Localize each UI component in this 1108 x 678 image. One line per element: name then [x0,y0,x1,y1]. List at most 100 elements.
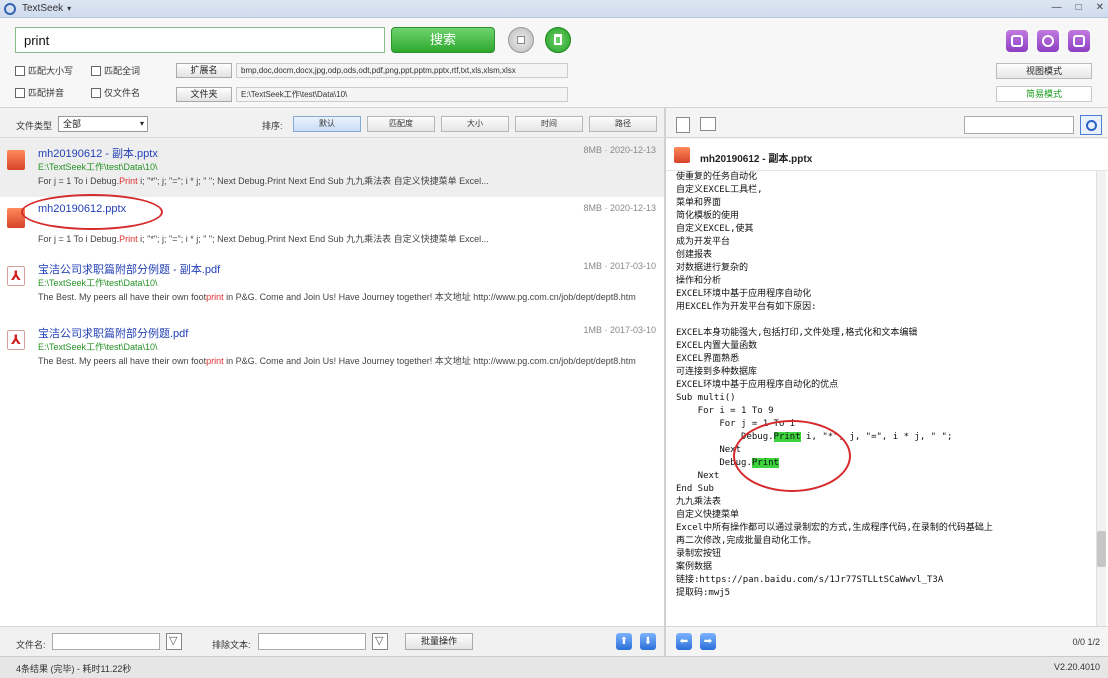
pptx-file-icon [7,150,25,170]
edit-icon [1073,35,1085,47]
preview-content: 使重复的任务自动化 自定义EXCEL工具栏, 菜单和界面 简化模板的使用 自定义… [666,171,1108,626]
result-row[interactable]: 宝洁公司求职篇附部分例题 - 副本.pdf E:\TextSeek工作\test… [0,255,664,313]
preview-header: mh20190612 - 副本.pptx [666,139,1108,171]
preview-line: Sub multi() [676,393,736,403]
preview-line: 简化模板的使用 [676,211,740,221]
preview-line: 可连接到多种数据库 [676,367,758,377]
preview-line: 九九乘法表 [676,497,722,507]
filter-icon[interactable] [372,633,388,650]
result-path[interactable]: E:\TextSeek工作\test\Data\10\ [38,160,158,173]
minimize-button[interactable]: — [1052,2,1062,13]
stop-icon [517,36,525,44]
result-filename[interactable]: mh20190612 - 副本.pptx [38,145,158,161]
preview-line: 菜单和界面 [676,198,722,208]
preview-title: mh20190612 - 副本.pptx [700,154,813,165]
preview-line: End Sub [676,484,714,494]
filetype-select[interactable]: 全部 ▾ [58,116,148,132]
annotation-circle [733,420,851,492]
window-icon[interactable] [700,117,716,131]
result-meta: 1MB · 2017-03-10 [583,261,656,271]
trash-icon [554,34,562,45]
tool-button-1[interactable] [1006,30,1028,52]
pdf-file-icon [7,330,25,350]
tool-button-3[interactable] [1068,30,1090,52]
preview-line: 录制宏按钮 [676,549,722,559]
preview-line: Next [676,471,720,481]
status-bar: 4条结果 (完毕) - 耗时11.22秒 V2.20.4010 [0,656,1108,678]
pptx-file-icon [674,147,690,163]
exclude-text-input[interactable] [258,633,366,650]
view-mode-button[interactable]: 视图模式 [996,63,1092,79]
simple-mode-button[interactable]: 简易模式 [996,86,1092,102]
match-case-checkbox[interactable]: 匹配大小写 [15,64,73,77]
search-button[interactable]: 搜索 [391,27,495,53]
version-label: V2.20.4010 [1053,662,1100,672]
page-indicator: 0/0 1/2 [1072,637,1100,647]
preview-line: EXCEL本身功能强大,包括打印,文件处理,格式化和文本编辑 [676,328,918,338]
sort-relevance-button[interactable]: 匹配度 [367,116,435,132]
sort-size-button[interactable]: 大小 [441,116,509,132]
arrow-down-icon[interactable]: ⬇ [640,633,656,650]
filetype-label: 文件类型 [16,121,53,131]
preview-scroll-thumb[interactable] [1097,531,1106,567]
preview-search-button[interactable] [1080,115,1102,135]
filename-filter-input[interactable] [52,633,160,650]
preview-line: 对数据进行复杂的 [676,263,749,273]
sort-default-button[interactable]: 默认 [293,116,361,132]
extension-field[interactable]: bmp,doc,docm,docx,jpg,odp,ods,odt,pdf,pn… [236,63,568,78]
result-path[interactable]: E:\TextSeek工作\test\Data\10\ [38,340,158,353]
tool-button-2[interactable] [1037,30,1059,52]
match-pinyin-checkbox[interactable]: 匹配拼音 [15,86,64,99]
title-menu-caret-icon[interactable]: ▾ [67,4,71,13]
arrow-left-icon[interactable]: ⬅ [676,633,692,650]
preview-line: Excel中所有操作都可以通过录制宏的方式,生成程序代码,在录制的代码基础上 [676,523,993,533]
result-filename[interactable]: 宝洁公司求职篇附部分例题.pdf [38,325,188,341]
preview-line: EXCEL内置大量函数 [676,341,758,351]
result-row[interactable]: 宝洁公司求职篇附部分例题.pdf E:\TextSeek工作\test\Data… [0,319,664,377]
preview-line: 成为开发平台 [676,237,731,247]
preview-search-input[interactable] [964,116,1074,134]
pdf-file-icon [7,266,25,286]
sort-label: 排序: [262,121,283,131]
folder-field[interactable]: E:\TextSeek工作\test\Data\10\ [236,87,568,102]
sort-path-button[interactable]: 路径 [589,116,657,132]
chevron-down-icon: ▾ [139,119,144,128]
preview-line: 自定义快捷菜单 [676,510,740,520]
preview-line: EXCEL环境中基于应用程序自动化的优点 [676,380,839,390]
search-panel: 搜索 匹配大小写 匹配全词 匹配拼音 仅文件名 扩展名 bmp,doc,docm… [0,18,1108,108]
filename-only-checkbox[interactable]: 仅文件名 [91,86,140,99]
annotation-circle [21,194,163,230]
bottom-filter-bar: 文件名: 排除文本: 批量操作 ⬆ ⬇ [0,626,664,656]
result-row[interactable]: mh20190612 - 副本.pptx E:\TextSeek工作\test\… [0,139,664,197]
stop-button[interactable] [508,27,534,53]
result-snippet: The Best. My peers all have their own fo… [38,356,636,366]
result-path[interactable]: E:\TextSeek工作\test\Data\10\ [38,276,158,289]
filename-filter-label: 文件名: [16,640,46,650]
close-button[interactable]: ✕ [1096,2,1104,13]
search-input[interactable] [15,27,385,53]
batch-operation-button[interactable]: 批量操作 [405,633,473,650]
preview-line: 提取码:mwj5 [676,588,731,598]
preview-line: 使重复的任务自动化 [676,172,758,182]
match-whole-word-checkbox[interactable]: 匹配全词 [91,64,140,77]
preview-nav-bar: ⬅ ➡ 0/0 1/2 [666,626,1108,656]
title-bar: TextSeek ▾ — □ ✕ [0,0,1108,18]
maximize-button[interactable]: □ [1076,2,1082,13]
sort-time-button[interactable]: 时间 [515,116,583,132]
result-filename[interactable]: 宝洁公司求职篇附部分例题 - 副本.pdf [38,261,220,277]
filter-icon[interactable] [166,633,182,650]
exclude-text-label: 排除文本: [212,640,251,650]
preview-line: 链接:https://pan.baidu.com/s/1Jr77STLLtSCa… [676,575,944,585]
document-icon [1011,35,1023,47]
page-icon[interactable] [676,117,690,133]
arrow-up-icon[interactable]: ⬆ [616,633,632,650]
arrow-right-icon[interactable]: ➡ [700,633,716,650]
folder-button[interactable]: 文件夹 [176,87,232,102]
extension-button[interactable]: 扩展名 [176,63,232,78]
app-logo-icon [4,2,16,15]
clear-button[interactable] [545,27,571,53]
results-toolbar: 文件类型 全部 ▾ 排序: 默认 匹配度 大小 时间 路径 [0,110,664,138]
result-meta: 1MB · 2017-03-10 [583,325,656,335]
result-snippet: For j = 1 To i Debug.Print i; "*"; j; "=… [38,176,489,186]
result-meta: 8MB · 2020-12-13 [583,203,656,213]
